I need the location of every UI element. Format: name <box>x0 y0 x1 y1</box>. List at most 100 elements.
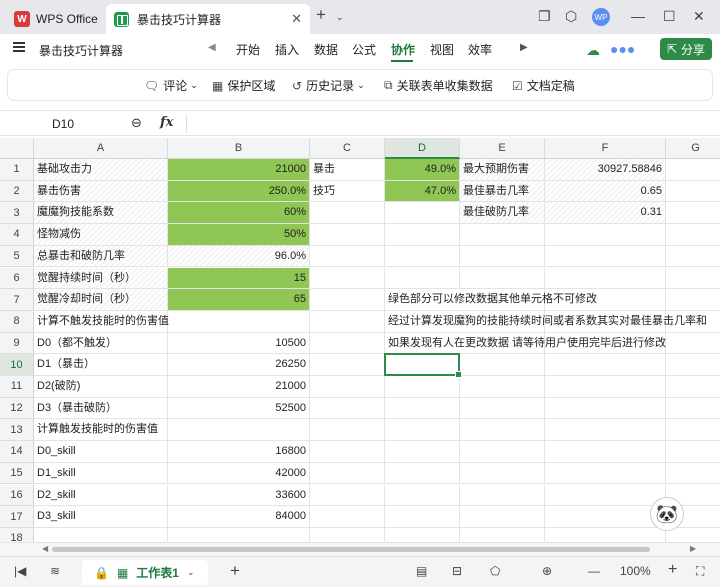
page-layout-icon[interactable]: ▤ <box>416 564 427 578</box>
maximize-icon[interactable]: ☐ <box>663 8 676 25</box>
scroll-right-icon[interactable]: ▶ <box>520 42 528 53</box>
column-header-g[interactable]: G <box>666 138 720 159</box>
scroll-right-arrow-icon[interactable]: ▶ <box>690 544 696 553</box>
cell-f11[interactable] <box>545 376 666 398</box>
cell-f1[interactable]: 30927.58846 <box>545 159 666 181</box>
row-header[interactable]: 13 <box>0 419 34 442</box>
cell-d18[interactable] <box>385 527 460 542</box>
scrollbar-thumb[interactable] <box>52 547 650 552</box>
column-header-a[interactable]: A <box>34 138 168 159</box>
protect-area-button[interactable]: ▦ 保护区域 <box>212 77 275 94</box>
fullscreen-icon[interactable]: ⛶ <box>696 564 704 579</box>
cell-a2[interactable]: 暴击伤害 <box>34 180 168 203</box>
menu-formula[interactable]: 公式 <box>352 41 376 58</box>
cell-a11[interactable]: D2(破防) <box>34 376 168 398</box>
cell-a3[interactable]: 魔魔狗技能系数 <box>34 202 168 225</box>
cell-a7[interactable]: 觉醒冷却时间（秒） <box>34 289 168 311</box>
cell-e16[interactable] <box>460 484 545 507</box>
sheet-tab[interactable]: 🔒 ▦ 工作表1 ⌄ <box>82 560 208 585</box>
cell-b15[interactable]: 42000 <box>168 462 310 485</box>
menu-insert[interactable]: 插入 <box>275 41 299 58</box>
cell-d1[interactable]: 49.0% <box>385 159 460 181</box>
column-header-e[interactable]: E <box>460 138 545 159</box>
cell-d17[interactable] <box>385 506 460 528</box>
row-header[interactable]: 5 <box>0 245 34 268</box>
add-sheet-icon[interactable]: + <box>230 561 240 581</box>
row-header[interactable]: 12 <box>0 397 34 420</box>
cell-e12[interactable] <box>460 397 545 420</box>
avatar[interactable]: WP <box>592 8 610 26</box>
document-title[interactable]: 暴击技巧计算器 <box>39 42 123 59</box>
cell-c2[interactable]: 技巧 <box>310 180 385 203</box>
cell-a9[interactable]: D0（都不触发） <box>34 332 168 355</box>
cell-g13[interactable] <box>666 419 720 442</box>
cell-c16[interactable] <box>310 484 385 507</box>
cell-b17[interactable]: 84000 <box>168 506 310 528</box>
cell-g18[interactable] <box>666 528 720 542</box>
cell-f14[interactable] <box>545 441 666 463</box>
zoom-formula-icon[interactable]: ⊖ <box>131 115 142 131</box>
prev-sheet-icon[interactable]: |◀ <box>14 564 26 578</box>
menu-data[interactable]: 数据 <box>314 41 338 58</box>
row-header[interactable]: 14 <box>0 441 34 463</box>
cell-g4[interactable] <box>666 224 720 246</box>
row-header[interactable]: 11 <box>0 376 34 398</box>
comment-button[interactable]: 🗨 评论 ⌄ <box>144 77 198 94</box>
collaborators-icon[interactable]: ●●● <box>610 41 635 57</box>
cell-f10[interactable] <box>545 354 666 376</box>
cell-b12[interactable]: 52500 <box>168 397 310 420</box>
cell-c17[interactable] <box>310 506 385 528</box>
cell-g5[interactable] <box>666 246 720 268</box>
cell-d8[interactable]: 经过计算发现魔狗的技能持续时间或者系数其实对最佳暴击几率和 <box>385 311 707 333</box>
row-header[interactable]: 4 <box>0 224 34 246</box>
cell-f2[interactable]: 0.65 <box>545 180 666 203</box>
menu-efficiency[interactable]: 效率 <box>468 41 492 58</box>
zoom-out-icon[interactable]: — <box>588 564 600 578</box>
cell-b18[interactable] <box>168 527 310 542</box>
cell-a18[interactable] <box>34 527 168 542</box>
cell-f3[interactable]: 0.31 <box>545 202 666 225</box>
tab-wps-office[interactable]: W WPS Office <box>6 4 102 34</box>
cell-f15[interactable] <box>545 462 666 485</box>
cell-g6[interactable] <box>666 268 720 290</box>
cell-a12[interactable]: D3（暴击破防） <box>34 397 168 420</box>
menu-collaborate[interactable]: 协作 <box>391 41 415 58</box>
column-header-f[interactable]: F <box>545 138 666 159</box>
cell-a1[interactable]: 基础攻击力 <box>34 159 168 181</box>
cell-e6[interactable] <box>460 267 545 290</box>
cell-e17[interactable] <box>460 506 545 528</box>
row-header[interactable]: 2 <box>0 180 34 203</box>
collect-data-button[interactable]: ⧉ 关联表单收集数据 <box>384 77 493 94</box>
cell-c9[interactable] <box>310 332 385 355</box>
cell-d12[interactable] <box>385 397 460 420</box>
cell-f18[interactable] <box>545 527 666 542</box>
cell-e18[interactable] <box>460 527 545 542</box>
cell-f5[interactable] <box>545 245 666 268</box>
cell-d15[interactable] <box>385 462 460 485</box>
row-header[interactable]: 18 <box>0 527 34 542</box>
finalize-button[interactable]: ☑ 文档定稿 <box>512 77 575 94</box>
cell-g7[interactable] <box>666 289 720 311</box>
cell-c14[interactable] <box>310 441 385 463</box>
cell-a4[interactable]: 怪物减伤 <box>34 224 168 246</box>
history-button[interactable]: ↺ 历史记录 ⌄ <box>292 77 365 94</box>
cell-g3[interactable] <box>666 202 720 225</box>
column-header-b[interactable]: B <box>168 138 310 159</box>
cell-b11[interactable]: 21000 <box>168 376 310 398</box>
cell-b16[interactable]: 33600 <box>168 484 310 507</box>
column-header-c[interactable]: C <box>310 138 385 159</box>
row-header[interactable]: 8 <box>0 310 34 333</box>
cell-b8[interactable] <box>168 310 310 333</box>
assistant-mascot-icon[interactable]: 🐼 <box>650 497 684 531</box>
reading-mode-icon[interactable]: ⊟ <box>452 564 462 578</box>
row-header[interactable]: 6 <box>0 267 34 290</box>
cell-g10[interactable] <box>666 354 720 376</box>
cell-d7[interactable]: 绿色部分可以修改数据其他单元格不可修改 <box>385 289 597 311</box>
cell-a13[interactable]: 计算触发技能时的伤害值 <box>34 419 168 442</box>
row-header[interactable]: 7 <box>0 289 34 311</box>
window-switch-icon[interactable]: ❐ <box>538 8 551 25</box>
cell-a15[interactable]: D1_skill <box>34 462 168 485</box>
cell-f17[interactable] <box>545 506 666 528</box>
freeze-icon[interactable]: ⊕ <box>542 564 552 578</box>
cell-c18[interactable] <box>310 527 385 542</box>
